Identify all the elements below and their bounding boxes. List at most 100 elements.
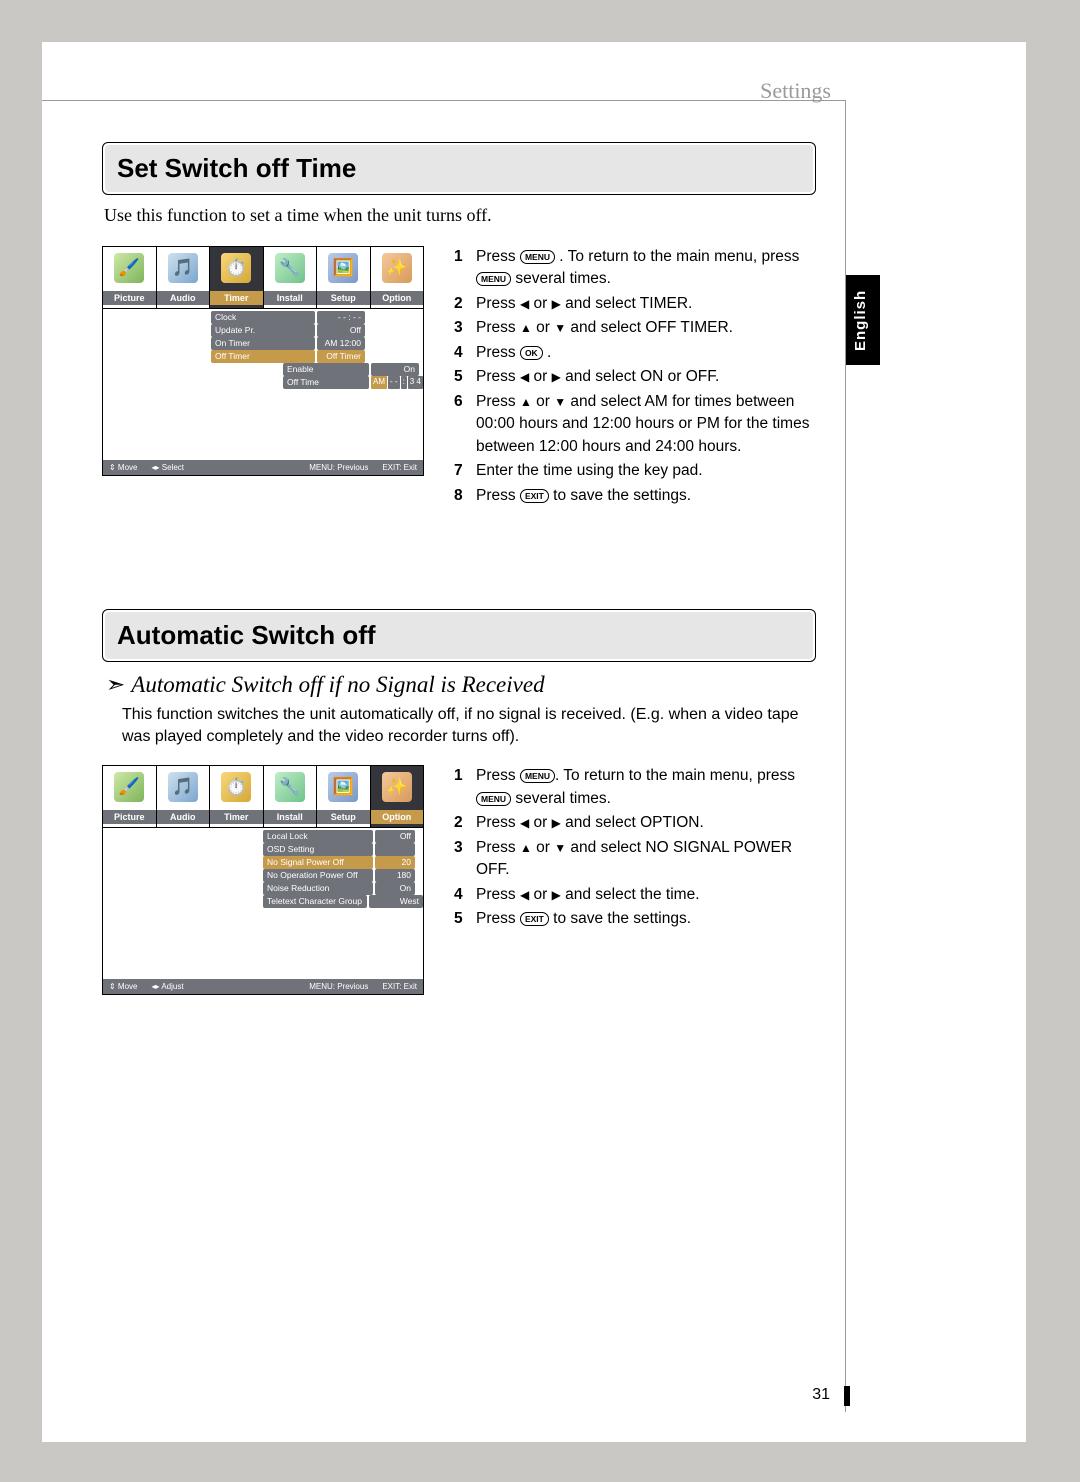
time-chip: 3 4 — [408, 376, 423, 389]
osd-footer-hint: ⇕ Move — [109, 463, 138, 472]
step-number: 1 — [454, 765, 476, 810]
step-text: Press ▲ or ▼ and select OFF TIMER. — [476, 317, 816, 339]
step-number: 7 — [454, 460, 476, 482]
step-item: 7Enter the time using the key pad. — [454, 460, 816, 482]
tab-icon: 🎵 — [168, 253, 198, 283]
left-arrow-icon: ◀ — [520, 297, 529, 311]
down-arrow-icon: ▼ — [554, 841, 566, 855]
step-item: 2Press ◀ or ▶ and select OPTION. — [454, 812, 816, 834]
menu-button-icon: MENU — [476, 272, 511, 286]
tab-icon: 🖌️ — [114, 772, 144, 802]
osd-row-value: On — [375, 882, 415, 895]
osd-footer-hint: ◂▸ Select — [152, 463, 185, 472]
osd-tab-setup: 🖼️ Setup — [317, 766, 371, 828]
tab-icon: ⏱️ — [221, 253, 251, 283]
osd-row-label: On Timer — [211, 337, 315, 350]
step-list: 1Press MENU. To return to the main menu,… — [454, 765, 816, 932]
tab-icon: 🖼️ — [328, 772, 358, 802]
exit-button-icon: EXIT — [520, 489, 549, 503]
osd-row-value: 20 — [375, 856, 415, 869]
right-arrow-icon: ▶ — [552, 888, 561, 902]
section-intro: This function switches the unit automati… — [122, 704, 814, 747]
tab-label: Picture — [103, 291, 156, 305]
subheading: ➣Automatic Switch off if no Signal is Re… — [106, 672, 816, 698]
down-arrow-icon: ▼ — [554, 395, 566, 409]
tab-label: Setup — [317, 810, 370, 824]
step-number: 4 — [454, 342, 476, 364]
time-chip: - - — [388, 376, 400, 389]
tab-icon: ✨ — [382, 772, 412, 802]
step-item: 4Press OK . — [454, 342, 816, 364]
step-text: Enter the time using the key pad. — [476, 460, 816, 482]
step-number: 3 — [454, 837, 476, 882]
tab-label: Option — [371, 810, 424, 824]
osd-row: On TimerAM 12:00 — [103, 337, 423, 350]
osd-tab-picture: 🖌️Picture — [103, 766, 157, 828]
right-arrow-icon: ▶ — [552, 297, 561, 311]
osd-row-label: Clock — [211, 311, 315, 324]
step-number: 8 — [454, 485, 476, 507]
tab-label: Setup — [317, 291, 370, 305]
right-arrow-icon: ▶ — [552, 816, 561, 830]
step-text: Press ▲ or ▼ and select NO SIGNAL POWER … — [476, 837, 816, 882]
left-arrow-icon: ◀ — [520, 370, 529, 384]
osd-row-label: Teletext Character Group — [263, 895, 367, 908]
osd-footer-hint: MENU: Previous — [309, 463, 368, 472]
step-text: Press EXIT to save the settings. — [476, 908, 816, 930]
osd-row-value: West Europe — [369, 895, 423, 908]
tab-label: Timer — [210, 291, 263, 305]
osd-row-label: OSD Setting — [263, 843, 373, 856]
left-arrow-icon: ◀ — [520, 888, 529, 902]
tab-label: Option — [371, 291, 424, 305]
osd-footer-hint: ⇕ Move — [109, 982, 138, 991]
step-item: 3Press ▲ or ▼ and select NO SIGNAL POWER… — [454, 837, 816, 882]
osd-tab-setup: 🖼️ Setup — [317, 247, 371, 309]
osd-row: No Signal Power Off20 — [103, 856, 423, 869]
osd-row-label: Off Timer — [211, 350, 315, 363]
tab-label: Install — [264, 810, 317, 824]
time-chip: : — [401, 376, 407, 389]
osd-row-value: Off — [317, 324, 365, 337]
tab-icon: ✨ — [382, 253, 412, 283]
step-text: Press ◀ or ▶ and select OPTION. — [476, 812, 816, 834]
osd-row-label: Local Lock — [263, 830, 373, 843]
page-number: 31 — [812, 1386, 830, 1404]
osd-row: Noise ReductionOn — [103, 882, 423, 895]
tab-icon: 🎵 — [168, 772, 198, 802]
osd-row: Off TimerOff Timer — [103, 350, 423, 363]
tab-label: Audio — [157, 291, 210, 305]
osd-row-value: On — [371, 363, 419, 376]
osd-tab-picture: 🖌️ Picture — [103, 247, 157, 309]
osd-footer-hint: EXIT: Exit — [382, 982, 417, 991]
header-rule — [42, 100, 846, 101]
section-title-box: Set Switch off Time — [102, 142, 816, 195]
right-arrow-icon: ▶ — [552, 370, 561, 384]
osd-row-value: AM- -:3 4 — [371, 376, 423, 389]
osd-tab-option: ✨ Option — [371, 766, 424, 828]
tab-icon: 🖌️ — [114, 253, 144, 283]
tab-icon: 🖼️ — [328, 253, 358, 283]
step-number: 2 — [454, 293, 476, 315]
osd-row-value: - - : - - — [317, 311, 365, 324]
step-text: Press ▲ or ▼ and select AM for times bet… — [476, 391, 816, 458]
menu-button-icon: MENU — [520, 250, 555, 264]
section-name: Settings — [760, 78, 831, 104]
step-text: Press OK . — [476, 342, 816, 364]
step-item: 2Press ◀ or ▶ and select TIMER. — [454, 293, 816, 315]
section-title-box: Automatic Switch off — [102, 609, 816, 662]
osd-row-value: AM 12:00 — [317, 337, 365, 350]
time-chip: AM — [371, 376, 387, 389]
tab-label: Timer — [210, 810, 263, 824]
step-item: 1Press MENU . To return to the main menu… — [454, 246, 816, 291]
osd-screenshot-option: 🖌️Picture🎵Audio⏱️Timer🔧Install🖼️Setup✨Op… — [102, 765, 424, 995]
step-text: Press ◀ or ▶ and select TIMER. — [476, 293, 816, 315]
osd-tab-audio: 🎵 Audio — [157, 766, 211, 828]
step-item: 5Press ◀ or ▶ and select ON or OFF. — [454, 366, 816, 388]
down-arrow-icon: ▼ — [554, 321, 566, 335]
tab-label: Audio — [157, 810, 210, 824]
osd-subrow: Off TimeAM- -:3 4 — [103, 376, 423, 389]
osd-row: Update Pr.Off — [103, 324, 423, 337]
osd-footer-hint: MENU: Previous — [309, 982, 368, 991]
subheading-text: Automatic Switch off if no Signal is Rec… — [131, 672, 544, 697]
page-number-mark — [844, 1386, 850, 1406]
